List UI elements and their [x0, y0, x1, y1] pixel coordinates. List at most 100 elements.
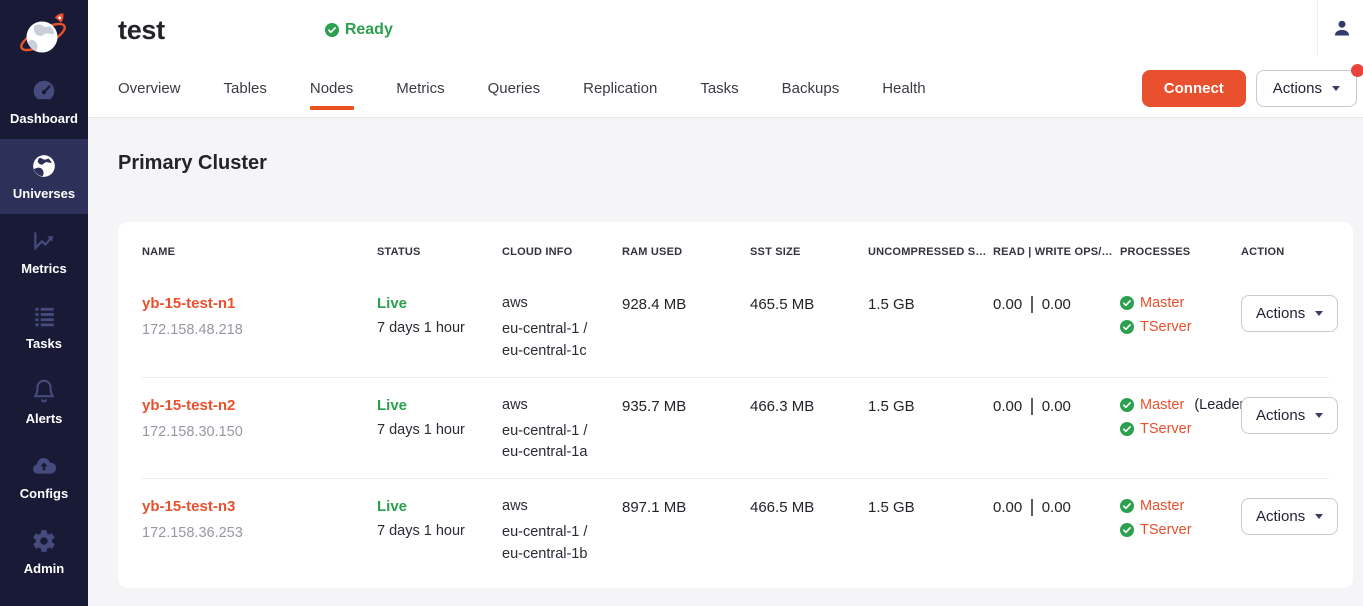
sidebar-item-metrics[interactable]: Metrics	[0, 214, 88, 289]
sst-size: 465.5 MB	[750, 295, 868, 313]
tab-backups[interactable]: Backups	[782, 60, 840, 117]
node-name-link[interactable]: yb-15-test-n3	[142, 498, 235, 515]
processes-cell: Master TServer	[1120, 295, 1241, 335]
check-circle-icon	[325, 23, 339, 37]
sidebar-item-label: Universes	[13, 186, 75, 201]
table-header-row: NAME STATUS CLOUD INFO RAM USED SST SIZE…	[142, 246, 1329, 276]
node-ip: 172.158.36.253	[142, 525, 377, 541]
bell-icon	[31, 378, 57, 404]
rocket-globe-logo-icon	[18, 9, 70, 61]
sidebar-item-label: Metrics	[21, 261, 67, 276]
node-ip: 172.158.48.218	[142, 322, 377, 338]
chevron-down-icon	[1315, 514, 1323, 519]
process-master-link[interactable]: Master	[1140, 295, 1184, 311]
status-label: Ready	[345, 21, 393, 39]
sidebar-item-tasks[interactable]: Tasks	[0, 289, 88, 364]
check-circle-icon	[1120, 398, 1134, 412]
process-tserver-link[interactable]: TServer	[1140, 319, 1192, 335]
gear-icon	[31, 528, 57, 554]
table-row: yb-15-test-n3 172.158.36.253 Live 7 days…	[142, 479, 1329, 580]
read-ops: 0.00	[993, 499, 1022, 516]
universe-actions-button[interactable]: Actions	[1256, 70, 1357, 107]
sidebar-item-label: Alerts	[26, 411, 63, 426]
processes-cell: Master TServer	[1120, 498, 1241, 538]
read-write-ops: 0.00 0.00	[993, 295, 1120, 313]
chevron-down-icon	[1315, 311, 1323, 316]
check-circle-icon	[1120, 523, 1134, 537]
nodes-table-card: NAME STATUS CLOUD INFO RAM USED SST SIZE…	[118, 222, 1353, 588]
connect-button[interactable]: Connect	[1142, 70, 1246, 107]
column-header-action: ACTION	[1241, 246, 1329, 258]
sidebar-item-alerts[interactable]: Alerts	[0, 364, 88, 439]
cloud-region: eu-central-1 / eu-central-1a	[502, 421, 612, 465]
process-tserver-link[interactable]: TServer	[1140, 421, 1192, 437]
sidebar-item-dashboard[interactable]: Dashboard	[0, 64, 88, 139]
read-ops: 0.00	[993, 398, 1022, 415]
cloud-region: eu-central-1 / eu-central-1b	[502, 522, 612, 566]
node-actions-button[interactable]: Actions	[1241, 498, 1338, 535]
node-name-link[interactable]: yb-15-test-n1	[142, 295, 235, 312]
tab-metrics[interactable]: Metrics	[396, 60, 444, 117]
sidebar-item-admin[interactable]: Admin	[0, 514, 88, 589]
write-ops: 0.00	[1042, 398, 1071, 415]
check-circle-icon	[1120, 296, 1134, 310]
column-header-processes: PROCESSES	[1120, 246, 1241, 258]
cloud-provider: aws	[502, 397, 622, 413]
read-ops: 0.00	[993, 296, 1022, 313]
tab-replication[interactable]: Replication	[583, 60, 657, 117]
notification-dot	[1351, 64, 1363, 77]
status-badge: Ready	[325, 21, 393, 39]
column-header-cloud-info: CLOUD INFO	[502, 246, 622, 258]
ram-used: 897.1 MB	[622, 498, 750, 516]
node-actions-label: Actions	[1256, 407, 1305, 424]
ram-used: 928.4 MB	[622, 295, 750, 313]
cloud-provider: aws	[502, 498, 622, 514]
gauge-icon	[31, 78, 57, 104]
write-ops: 0.00	[1042, 296, 1071, 313]
process-master-link[interactable]: Master	[1140, 397, 1184, 413]
sidebar-item-configs[interactable]: Configs	[0, 439, 88, 514]
uncompressed-size: 1.5 GB	[868, 397, 993, 415]
node-uptime: 7 days 1 hour	[377, 422, 502, 438]
sidebar-item-label: Admin	[24, 561, 64, 576]
process-master-link[interactable]: Master	[1140, 498, 1184, 514]
universe-title: test	[118, 15, 165, 46]
uncompressed-size: 1.5 GB	[868, 498, 993, 516]
sst-size: 466.3 MB	[750, 397, 868, 415]
node-actions-label: Actions	[1256, 508, 1305, 525]
column-header-status: STATUS	[377, 246, 502, 258]
app-logo[interactable]	[0, 0, 88, 64]
chevron-down-icon	[1332, 86, 1340, 91]
universe-actions-label: Actions	[1273, 80, 1322, 97]
read-write-ops: 0.00 0.00	[993, 498, 1120, 516]
processes-cell: Master (Leader) TServer	[1120, 397, 1241, 437]
check-circle-icon	[1120, 320, 1134, 334]
tab-tables[interactable]: Tables	[224, 60, 267, 117]
node-actions-button[interactable]: Actions	[1241, 295, 1338, 332]
node-name-link[interactable]: yb-15-test-n2	[142, 397, 235, 414]
ram-used: 935.7 MB	[622, 397, 750, 415]
process-tserver-link[interactable]: TServer	[1140, 522, 1192, 538]
user-menu[interactable]	[1317, 0, 1363, 56]
tab-nodes[interactable]: Nodes	[310, 60, 353, 117]
globe-icon	[31, 153, 57, 179]
tab-tasks[interactable]: Tasks	[700, 60, 738, 117]
sidebar-item-label: Dashboard	[10, 111, 78, 126]
tab-health[interactable]: Health	[882, 60, 925, 117]
node-status: Live	[377, 295, 502, 312]
chevron-down-icon	[1315, 413, 1323, 418]
node-ip: 172.158.30.150	[142, 424, 377, 440]
sidebar: Dashboard Universes Metrics Tasks	[0, 0, 88, 606]
cloud-region: eu-central-1 / eu-central-1c	[502, 319, 612, 363]
sidebar-item-universes[interactable]: Universes	[0, 139, 88, 214]
node-actions-label: Actions	[1256, 305, 1305, 322]
node-actions-button[interactable]: Actions	[1241, 397, 1338, 434]
cloud-provider: aws	[502, 295, 622, 311]
write-ops: 0.00	[1042, 499, 1071, 516]
list-icon	[31, 303, 57, 329]
node-uptime: 7 days 1 hour	[377, 523, 502, 539]
tab-overview[interactable]: Overview	[118, 60, 181, 117]
page-title: Primary Cluster	[118, 152, 1353, 175]
pipe-divider	[1031, 499, 1033, 516]
tab-queries[interactable]: Queries	[488, 60, 541, 117]
